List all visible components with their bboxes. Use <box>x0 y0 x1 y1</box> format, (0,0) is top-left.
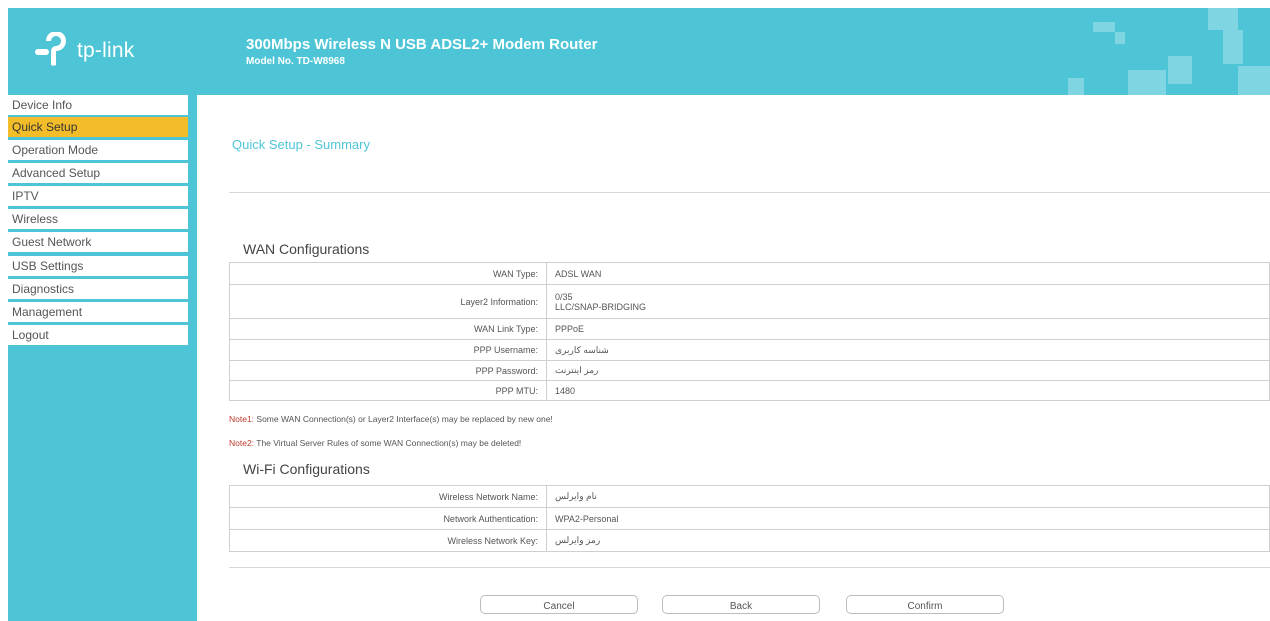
divider <box>229 567 1270 568</box>
sidebar-item-quick-setup[interactable]: Quick Setup <box>8 117 188 138</box>
wifi-section-title: Wi-Fi Configurations <box>243 461 370 477</box>
cancel-button[interactable]: Cancel <box>480 595 638 614</box>
header-decoration <box>1068 78 1084 95</box>
wifi-config-table: Wireless Network Name: نام وایرلس Networ… <box>229 485 1270 552</box>
wireless-network-name-value: نام وایرلس <box>546 485 1270 508</box>
wireless-network-key-label: Wireless Network Key: <box>229 529 547 552</box>
network-authentication-value: WPA2-Personal <box>546 507 1270 530</box>
sidebar-item-guest-network[interactable]: Guest Network <box>8 232 188 253</box>
sidebar: Device Info Quick Setup Operation Mode A… <box>8 95 197 621</box>
logo-icon <box>35 32 66 66</box>
ppp-username-label: PPP Username: <box>229 339 547 361</box>
sidebar-item-advanced-setup[interactable]: Advanced Setup <box>8 163 188 184</box>
layer2-info-label: Layer2 Information: <box>229 284 547 319</box>
table-row: Wireless Network Key: رمز وایرلس <box>229 529 1270 552</box>
model-number: Model No. TD-W8968 <box>246 56 345 67</box>
product-title: 300Mbps Wireless N USB ADSL2+ Modem Rout… <box>246 36 598 53</box>
ppp-username-value: شناسه کاربری <box>546 339 1270 361</box>
page-title: Quick Setup - Summary <box>232 137 370 152</box>
ppp-mtu-value: 1480 <box>546 380 1270 401</box>
divider <box>229 192 1270 193</box>
table-row: PPP Password: رمز اینترنت <box>229 360 1270 381</box>
header-decoration <box>1093 22 1115 32</box>
table-row: Wireless Network Name: نام وایرلس <box>229 485 1270 508</box>
ppp-mtu-label: PPP MTU: <box>229 380 547 401</box>
sidebar-item-device-info[interactable]: Device Info <box>8 95 188 116</box>
note-2-text: The Virtual Server Rules of some WAN Con… <box>254 438 522 448</box>
ppp-password-label: PPP Password: <box>229 360 547 381</box>
wan-type-value: ADSL WAN <box>546 262 1270 285</box>
note-2-tag: Note2: <box>229 438 255 448</box>
sidebar-item-logout[interactable]: Logout <box>8 325 188 346</box>
wireless-network-name-label: Wireless Network Name: <box>229 485 547 508</box>
header-banner: tp-link 300Mbps Wireless N USB ADSL2+ Mo… <box>8 8 1270 95</box>
header-decoration <box>1208 8 1238 30</box>
table-row: PPP Username: شناسه کاربری <box>229 339 1270 361</box>
ppp-password-value: رمز اینترنت <box>546 360 1270 381</box>
wan-config-table: WAN Type: ADSL WAN Layer2 Information: 0… <box>229 262 1270 401</box>
note-2: Note2: The Virtual Server Rules of some … <box>229 438 521 448</box>
layer2-info-line1: 0/35 <box>555 291 573 302</box>
sidebar-item-wireless[interactable]: Wireless <box>8 209 188 230</box>
table-row: Layer2 Information: 0/35 LLC/SNAP-BRIDGI… <box>229 284 1270 319</box>
table-row: Network Authentication: WPA2-Personal <box>229 507 1270 530</box>
note-1-tag: Note1: <box>229 414 255 424</box>
note-1-text: Some WAN Connection(s) or Layer2 Interfa… <box>254 414 553 424</box>
header-decoration <box>1223 30 1243 64</box>
table-row: WAN Type: ADSL WAN <box>229 262 1270 285</box>
sidebar-item-diagnostics[interactable]: Diagnostics <box>8 279 188 300</box>
sidebar-item-usb-settings[interactable]: USB Settings <box>8 256 188 277</box>
table-row: WAN Link Type: PPPoE <box>229 318 1270 340</box>
wan-section-title: WAN Configurations <box>243 241 370 257</box>
layer2-info-value: 0/35 LLC/SNAP-BRIDGING <box>546 284 1270 319</box>
confirm-button[interactable]: Confirm <box>846 595 1004 614</box>
tp-link-logo: tp-link <box>32 32 182 72</box>
sidebar-item-operation-mode[interactable]: Operation Mode <box>8 140 188 161</box>
header-decoration <box>1168 56 1192 84</box>
back-button[interactable]: Back <box>662 595 820 614</box>
wan-type-label: WAN Type: <box>229 262 547 285</box>
wireless-network-key-value: رمز وایرلس <box>546 529 1270 552</box>
network-authentication-label: Network Authentication: <box>229 507 547 530</box>
sidebar-item-management[interactable]: Management <box>8 302 188 323</box>
header-decoration <box>1115 32 1125 44</box>
header-decoration <box>1128 70 1166 95</box>
layer2-info-line2: LLC/SNAP-BRIDGING <box>555 301 647 312</box>
header-decoration <box>1238 66 1270 95</box>
sidebar-item-iptv[interactable]: IPTV <box>8 186 188 207</box>
wan-link-type-value: PPPoE <box>546 318 1270 340</box>
note-1: Note1: Some WAN Connection(s) or Layer2 … <box>229 414 553 424</box>
wan-link-type-label: WAN Link Type: <box>229 318 547 340</box>
table-row: PPP MTU: 1480 <box>229 380 1270 401</box>
logo-text: tp-link <box>77 39 135 62</box>
